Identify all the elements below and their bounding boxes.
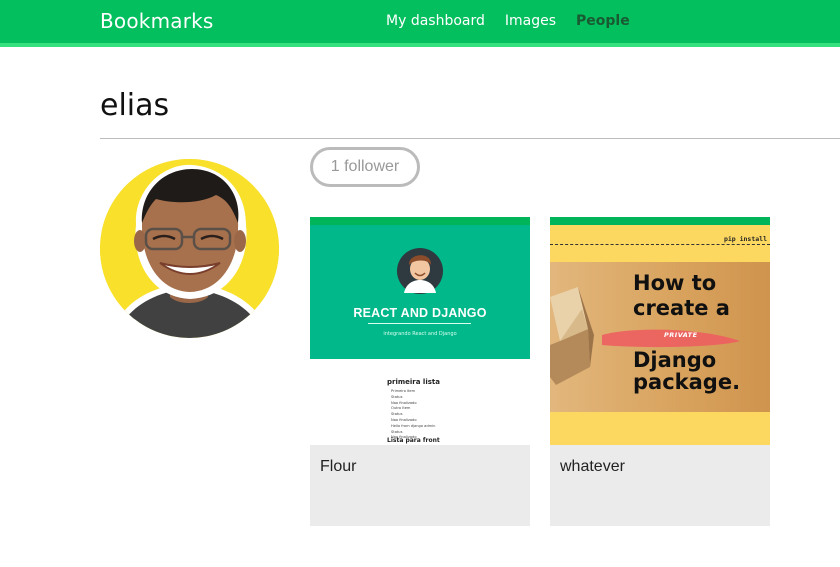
- nav-people[interactable]: People: [576, 13, 630, 29]
- brand-logo[interactable]: Bookmarks: [100, 9, 214, 33]
- main-nav: My dashboard Images People: [386, 13, 630, 29]
- thumbnail-line-1: How to: [633, 271, 717, 295]
- thumbnail-heading: REACT AND DJANGO: [353, 306, 487, 320]
- image-thumbnail[interactable]: REACT AND DJANGO integrando React and Dj…: [310, 217, 530, 445]
- top-bar: Bookmarks My dashboard Images People: [0, 0, 840, 47]
- image-caption[interactable]: whatever: [560, 458, 625, 476]
- thumbnail-line-2: create a: [633, 296, 730, 320]
- thumbnail-highlight: PRIVATE: [664, 331, 698, 339]
- thumbnail-list: Primeiro item Status Nao finalizado Outr…: [391, 389, 435, 441]
- follow-button[interactable]: 1 follower: [310, 147, 420, 187]
- avatar-illustration-icon: [397, 248, 443, 294]
- nav-my-dashboard[interactable]: My dashboard: [386, 13, 485, 29]
- image-card-whatever[interactable]: pip install How to create a PRIVATE Djan…: [550, 217, 770, 526]
- avatar: [100, 159, 279, 338]
- image-card-flour[interactable]: REACT AND DJANGO integrando React and Dj…: [310, 217, 530, 526]
- nav-images[interactable]: Images: [505, 13, 556, 29]
- thumbnail-subheading: integrando React and Django: [383, 331, 457, 337]
- avatar-photo: [100, 159, 279, 338]
- image-thumbnail[interactable]: pip install How to create a PRIVATE Djan…: [550, 217, 770, 445]
- thumbnail-list-footer: Lista para front: [387, 437, 440, 444]
- thumbnail-line-3: Django: [633, 348, 717, 372]
- package-box-icon: [550, 287, 740, 385]
- image-caption[interactable]: Flour: [320, 458, 356, 476]
- page-title: elias: [100, 88, 170, 123]
- title-divider: [100, 138, 840, 139]
- thumbnail-line-4: package.: [633, 370, 741, 394]
- thumbnail-list-title: primeira lista: [387, 378, 440, 386]
- list-item: Hello from django admin: [391, 423, 436, 428]
